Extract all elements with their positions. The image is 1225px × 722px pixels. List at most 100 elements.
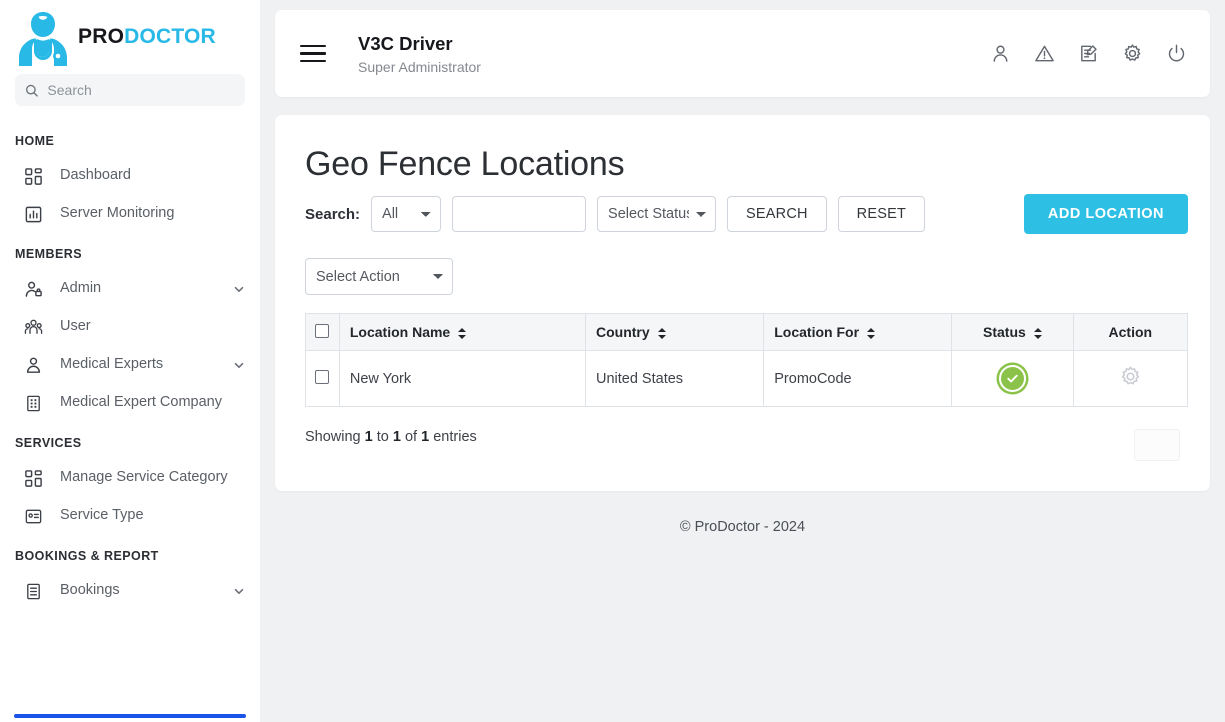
showing-to: 1 [393,429,401,445]
column-country[interactable]: Country [585,314,763,351]
showing-entries-text: Showing 1 to 1 of 1 entries [305,429,477,445]
column-label: Country [596,324,650,340]
page-footer: © ProDoctor - 2024 [275,491,1210,535]
edit-document-icon[interactable] [1078,43,1099,64]
cell-country: United States [585,351,763,407]
sidebar-item-manage-service-category[interactable]: Manage Service Category [0,459,260,497]
column-location-name[interactable]: Location Name [339,314,585,351]
sidebar-item-label: Bookings [60,581,216,601]
sidebar-section-members: MEMBERS [0,233,260,270]
sidebar-search-box[interactable] [15,74,245,106]
alert-warning-icon[interactable] [1034,43,1055,64]
cell-location-for: PromoCode [764,351,952,407]
column-label: Location Name [350,324,450,340]
sidebar-section-home: HOME [0,120,260,157]
geo-fence-card: Geo Fence Locations Search: All Select S… [275,115,1210,491]
bulk-action-select[interactable]: Select Action [305,258,453,295]
showing-prefix: Showing [305,429,365,445]
search-type-select[interactable]: All [371,196,441,232]
locations-table: Location Name Country Location For [305,313,1188,407]
sidebar-item-label: Medical Expert Company [60,393,246,413]
filters-row: Search: All Select Status SEARCH RESET A… [297,194,1188,234]
user-lock-icon [22,278,44,300]
topbar-user-name: V3C Driver [358,32,990,55]
chevron-down-icon[interactable] [232,584,246,598]
row-settings-gear-icon[interactable] [1119,365,1142,388]
reset-button[interactable]: RESET [838,196,925,232]
sidebar-item-label: Medical Experts [60,355,216,375]
grid-dashboard-icon [22,165,44,187]
chevron-down-icon[interactable] [232,358,246,372]
brand-doctor-text: DOCTOR [124,25,216,48]
add-location-button[interactable]: ADD LOCATION [1024,194,1188,234]
table-row: New York United States PromoCode [306,351,1188,407]
sidebar-horizontal-scrollbar[interactable] [14,714,246,718]
doctor-avatar-icon [14,6,72,68]
sidebar-item-medical-experts[interactable]: Medical Experts [0,346,260,384]
settings-gear-icon[interactable] [1122,43,1143,64]
brand-logo-area[interactable]: PRODOCTOR [0,0,260,72]
column-status[interactable]: Status [952,314,1073,351]
showing-from: 1 [365,429,373,445]
pagination-control[interactable] [1134,429,1180,461]
row-select-cell [306,351,340,407]
sidebar-item-bookings[interactable]: Bookings [0,572,260,610]
sidebar-item-medical-expert-company[interactable]: Medical Expert Company [0,384,260,422]
search-input[interactable] [47,82,235,98]
page-title: Geo Fence Locations [297,137,1188,194]
column-label: Action [1109,324,1153,340]
select-all-checkbox[interactable] [315,324,329,338]
sidebar-item-label: Server Monitoring [60,204,246,224]
column-label: Location For [774,324,859,340]
user-icon [22,354,44,376]
select-all-header [306,314,340,351]
sidebar-item-server-monitoring[interactable]: Server Monitoring [0,195,260,233]
column-location-for[interactable]: Location For [764,314,952,351]
sidebar-item-service-type[interactable]: Service Type [0,497,260,535]
sort-arrows-icon [867,328,875,339]
users-group-icon [22,316,44,338]
sidebar-item-dashboard[interactable]: Dashboard [0,157,260,195]
topbar-titles: V3C Driver Super Administrator [358,32,990,74]
check-circle-icon[interactable] [999,365,1026,392]
topbar-icon-group [990,43,1187,64]
table-head: Location Name Country Location For [306,314,1188,351]
sidebar-item-label: Manage Service Category [60,468,246,488]
brand-pro-text: PRO [78,25,124,48]
sort-arrows-icon [1034,328,1042,339]
showing-suffix: entries [429,429,477,445]
row-checkbox[interactable] [315,370,329,384]
showing-total: 1 [421,429,429,445]
hamburger-menu-icon[interactable] [300,44,326,64]
bar-chart-box-icon [22,203,44,225]
bulk-action-row: Select Action [297,234,1188,313]
search-text-input[interactable] [452,196,586,232]
sidebar: PRODOCTOR HOME Dashboard [0,0,260,722]
sidebar-section-services: SERVICES [0,422,260,459]
search-label: Search: [305,206,360,223]
grid-dashboard-icon [22,467,44,489]
list-document-icon [22,580,44,602]
power-logout-icon[interactable] [1166,43,1187,64]
chevron-down-icon[interactable] [232,282,246,296]
topbar-user-role: Super Administrator [358,59,990,75]
sort-arrows-icon [458,328,466,339]
topbar: V3C Driver Super Administrator [275,10,1210,97]
search-icon [25,83,38,98]
sidebar-item-label: Dashboard [60,166,246,186]
status-filter-select[interactable]: Select Status [597,196,716,232]
sidebar-item-user[interactable]: User [0,308,260,346]
showing-mid1: to [373,429,393,445]
column-action: Action [1073,314,1187,351]
sidebar-nav: HOME Dashboard [0,106,260,610]
sidebar-item-admin[interactable]: Admin [0,270,260,308]
sidebar-item-label: Admin [60,279,216,299]
app-root: PRODOCTOR HOME Dashboard [0,0,1225,722]
column-label: Status [983,324,1026,340]
main-content: V3C Driver Super Administrator [260,0,1225,722]
search-button[interactable]: SEARCH [727,196,827,232]
cell-action [1073,351,1187,407]
cell-location-name: New York [339,351,585,407]
profile-icon[interactable] [990,43,1011,64]
table-footer: Showing 1 to 1 of 1 entries [297,407,1188,461]
